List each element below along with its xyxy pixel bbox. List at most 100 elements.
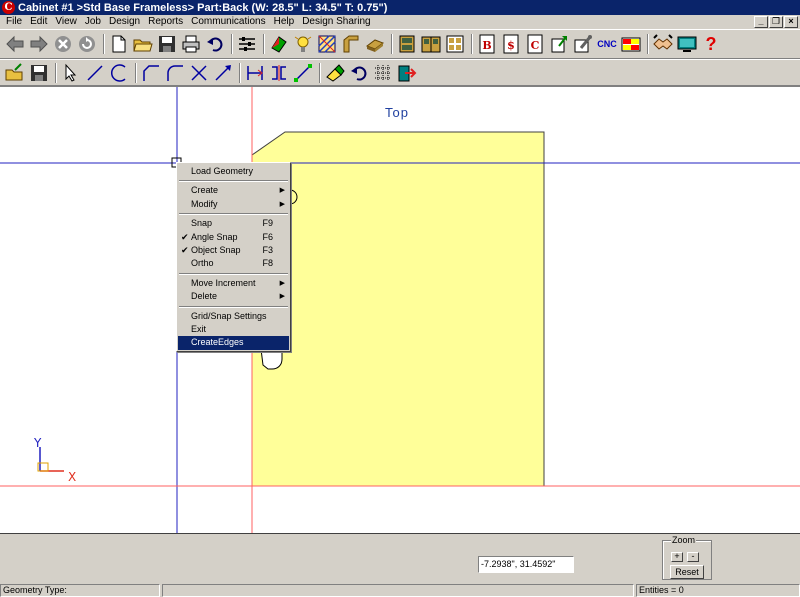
menu-item-label: Snap bbox=[191, 218, 213, 229]
menu-item-object-snap[interactable]: ✔ Object Snap F3 bbox=[178, 244, 289, 257]
menu-item-angle-snap[interactable]: ✔ Angle Snap F6 bbox=[178, 231, 289, 244]
arc-icon[interactable] bbox=[108, 62, 130, 84]
offset-icon[interactable] bbox=[268, 62, 290, 84]
menu-help[interactable]: Help bbox=[270, 15, 299, 29]
main-toolbar: B $ C CNC ? bbox=[0, 29, 800, 59]
menu-view[interactable]: View bbox=[51, 15, 81, 29]
save-disk-icon[interactable] bbox=[156, 33, 178, 55]
menu-item-delete[interactable]: Delete ▶ bbox=[178, 290, 289, 303]
hatch-icon[interactable] bbox=[316, 33, 338, 55]
open-folder-icon[interactable] bbox=[132, 33, 154, 55]
app-icon: C bbox=[2, 1, 15, 14]
new-document-icon[interactable] bbox=[108, 33, 130, 55]
minimize-button[interactable]: _ bbox=[754, 16, 768, 28]
menu-design[interactable]: Design bbox=[105, 15, 144, 29]
color-grid-icon[interactable] bbox=[620, 33, 642, 55]
restore-button[interactable]: ❐ bbox=[769, 16, 783, 28]
menu-separator bbox=[179, 305, 288, 308]
menu-separator bbox=[179, 213, 288, 216]
menu-separator bbox=[179, 272, 288, 275]
menu-bar: File Edit View Job Design Reports Commun… bbox=[0, 15, 800, 29]
panel-icon[interactable] bbox=[364, 33, 386, 55]
svg-text:$: $ bbox=[507, 39, 515, 52]
menu-item-create[interactable]: Create ▶ bbox=[178, 184, 289, 197]
menu-job[interactable]: Job bbox=[81, 15, 105, 29]
menu-item-label: Load Geometry bbox=[191, 166, 254, 176]
menu-edit[interactable]: Edit bbox=[26, 15, 51, 29]
submenu-arrow-icon: ▶ bbox=[279, 279, 285, 287]
zoom-reset-button[interactable]: Reset bbox=[670, 565, 704, 579]
toolbar-separator bbox=[135, 62, 137, 83]
menu-item-exit[interactable]: Exit bbox=[178, 323, 289, 336]
settings-sliders-icon[interactable] bbox=[236, 33, 258, 55]
menu-item-snap[interactable]: Snap F9 bbox=[178, 217, 289, 230]
menu-reports[interactable]: Reports bbox=[144, 15, 187, 29]
select-pointer-icon[interactable] bbox=[60, 62, 82, 84]
menu-item-grid-snap-settings[interactable]: Grid/Snap Settings bbox=[178, 310, 289, 323]
line-icon[interactable] bbox=[84, 62, 106, 84]
eraser-icon[interactable] bbox=[324, 62, 346, 84]
context-menu: Load Geometry Create ▶ Modify ▶ Snap F9 ✔ An… bbox=[176, 162, 291, 352]
svg-text:B: B bbox=[482, 39, 491, 52]
checkmark-icon: ✔ bbox=[181, 231, 189, 242]
stop-icon[interactable] bbox=[52, 33, 74, 55]
grid-icon[interactable] bbox=[372, 62, 394, 84]
submenu-arrow-icon: ▶ bbox=[279, 200, 285, 208]
toolbar-separator bbox=[391, 34, 393, 54]
handshake-icon[interactable] bbox=[652, 33, 674, 55]
zoom-in-button[interactable]: + bbox=[671, 552, 683, 562]
cabinet-icon[interactable] bbox=[396, 33, 418, 55]
shortcut-key: F3 bbox=[262, 244, 273, 255]
status-panel-middle bbox=[162, 584, 634, 597]
forward-arrow-icon[interactable] bbox=[28, 33, 50, 55]
export-icon[interactable] bbox=[548, 33, 570, 55]
corner-icon[interactable] bbox=[140, 62, 162, 84]
toolbar-separator bbox=[231, 34, 233, 54]
axis-y-label: Y bbox=[33, 436, 42, 450]
close-button[interactable]: × bbox=[784, 16, 798, 28]
zoom-out-button[interactable]: - bbox=[687, 552, 699, 562]
menu-item-create-edges[interactable]: CreateEdges bbox=[178, 336, 289, 350]
menu-item-move-increment[interactable]: Move Increment ▶ bbox=[178, 277, 289, 290]
materials-icon[interactable] bbox=[268, 33, 290, 55]
tools-icon[interactable] bbox=[572, 33, 594, 55]
help-icon[interactable]: ? bbox=[700, 33, 722, 55]
dollar-report-icon[interactable]: $ bbox=[500, 33, 522, 55]
window-title: Cabinet #1 >Std Base Frameless> Part:Bac… bbox=[18, 1, 388, 14]
save-geometry-icon[interactable] bbox=[28, 62, 50, 84]
menu-item-modify[interactable]: Modify ▶ bbox=[178, 198, 289, 211]
grid-view-icon[interactable] bbox=[444, 33, 466, 55]
bottom-panel: -7.2938", 31.4592" Zoom + - Reset bbox=[0, 533, 800, 583]
cnc-icon[interactable]: CNC bbox=[596, 33, 618, 55]
screen-icon[interactable] bbox=[676, 33, 698, 55]
entities-status: Entities = 0 bbox=[636, 584, 800, 597]
open-geometry-icon[interactable] bbox=[4, 62, 26, 84]
menu-communications[interactable]: Communications bbox=[187, 15, 269, 29]
undo-icon[interactable] bbox=[204, 33, 226, 55]
menu-design-sharing[interactable]: Design Sharing bbox=[298, 15, 374, 29]
extend-icon[interactable] bbox=[212, 62, 234, 84]
c-report-icon[interactable]: C bbox=[524, 33, 546, 55]
cabinet-group-icon[interactable] bbox=[420, 33, 442, 55]
refresh-icon[interactable] bbox=[76, 33, 98, 55]
dimension-icon[interactable] bbox=[244, 62, 266, 84]
menu-item-load-geometry[interactable]: Load Geometry bbox=[178, 165, 289, 178]
fillet-icon[interactable] bbox=[164, 62, 186, 84]
b-report-icon[interactable]: B bbox=[476, 33, 498, 55]
print-icon[interactable] bbox=[180, 33, 202, 55]
rotate-icon[interactable] bbox=[348, 62, 370, 84]
drawing-canvas[interactable]: Y X Top Load Geometry Create ▶ Modify ▶ Sn… bbox=[0, 86, 800, 533]
toolbar-separator bbox=[647, 34, 649, 54]
menu-item-ortho[interactable]: Ortho F8 bbox=[178, 257, 289, 270]
menu-item-label: Grid/Snap Settings bbox=[191, 310, 267, 321]
node-edit-icon[interactable] bbox=[292, 62, 314, 84]
zoom-legend: Zoom bbox=[671, 535, 697, 545]
trim-icon[interactable] bbox=[188, 62, 210, 84]
menu-file[interactable]: File bbox=[2, 15, 26, 29]
molding-icon[interactable] bbox=[340, 33, 362, 55]
back-arrow-icon[interactable] bbox=[4, 33, 26, 55]
light-bulb-icon[interactable] bbox=[292, 33, 314, 55]
menu-item-label: Create bbox=[191, 185, 219, 196]
exit-geometry-icon[interactable] bbox=[396, 62, 418, 84]
title-bar: C Cabinet #1 >Std Base Frameless> Part:B… bbox=[0, 0, 800, 15]
